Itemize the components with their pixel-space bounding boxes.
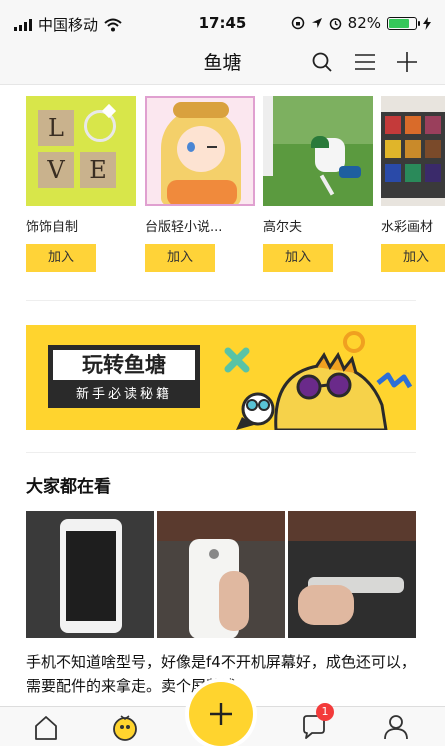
battery-percent: 82% bbox=[347, 14, 381, 32]
group-name: 饰饰自制 bbox=[26, 220, 79, 235]
fish-mascot-icon bbox=[224, 331, 413, 430]
post-photo[interactable] bbox=[157, 511, 285, 638]
join-button[interactable]: 加入 bbox=[145, 244, 215, 272]
group-card[interactable]: L V E 饰饰自制 加入 bbox=[26, 96, 136, 272]
group-thumbnail-love-blocks[interactable]: L V E bbox=[26, 96, 136, 206]
guide-banner[interactable]: 玩转鱼塘 新手必读秘籍 bbox=[26, 325, 416, 430]
divider bbox=[26, 452, 416, 453]
home-icon bbox=[35, 716, 57, 740]
post-photos[interactable] bbox=[26, 511, 416, 638]
group-thumbnail-watercolor[interactable] bbox=[381, 96, 445, 206]
publish-icon bbox=[210, 703, 232, 725]
group-name: 台版轻小说... bbox=[145, 220, 223, 235]
banner-text-box: 玩转鱼塘 新手必读秘籍 bbox=[48, 345, 200, 408]
group-thumbnail-anime-girl[interactable] bbox=[145, 96, 255, 206]
battery-icon bbox=[387, 16, 420, 30]
tab-messages[interactable]: 1 bbox=[298, 703, 334, 743]
group-card[interactable]: 水彩画材 加入 bbox=[381, 96, 445, 272]
banner-subtitle: 新手必读秘籍 bbox=[75, 387, 172, 402]
section-title: 大家都在看 bbox=[26, 477, 111, 497]
message-badge: 1 bbox=[316, 703, 334, 721]
join-button[interactable]: 加入 bbox=[263, 244, 333, 272]
banner-title: 玩转鱼塘 bbox=[53, 350, 195, 380]
group-card[interactable]: 台版轻小说... 加入 bbox=[145, 96, 255, 272]
post-photo[interactable] bbox=[288, 511, 416, 638]
group-name: 水彩画材 bbox=[381, 220, 434, 235]
search-icon[interactable] bbox=[308, 48, 336, 76]
charging-icon bbox=[423, 16, 431, 30]
profile-icon bbox=[384, 715, 408, 740]
status-right: 82% bbox=[291, 14, 431, 32]
status-bar: 中国移动 17:45 82% bbox=[0, 0, 445, 46]
menu-icon[interactable] bbox=[351, 48, 379, 76]
join-button[interactable]: 加入 bbox=[26, 244, 96, 272]
publish-button[interactable] bbox=[189, 682, 253, 746]
group-name: 高尔夫 bbox=[263, 220, 303, 235]
rotation-lock-icon bbox=[291, 16, 304, 30]
fish-pond-icon bbox=[113, 715, 137, 741]
add-icon[interactable] bbox=[393, 48, 421, 76]
location-icon bbox=[311, 18, 322, 28]
join-button[interactable]: 加入 bbox=[381, 244, 445, 272]
post-photo[interactable] bbox=[26, 511, 154, 638]
group-carousel[interactable]: L V E 饰饰自制 加入 台版轻小说... 加入 高尔夫 加入 水彩画材 加入 bbox=[0, 96, 445, 286]
alarm-icon bbox=[329, 17, 341, 30]
divider bbox=[26, 300, 416, 301]
group-card[interactable]: 高尔夫 加入 bbox=[263, 96, 373, 272]
tab-profile[interactable] bbox=[380, 711, 412, 743]
nav-bar: 鱼塘 bbox=[0, 46, 445, 85]
tab-fish-pond[interactable] bbox=[109, 711, 141, 743]
tab-home[interactable] bbox=[30, 711, 62, 743]
group-thumbnail-golf[interactable] bbox=[263, 96, 373, 206]
